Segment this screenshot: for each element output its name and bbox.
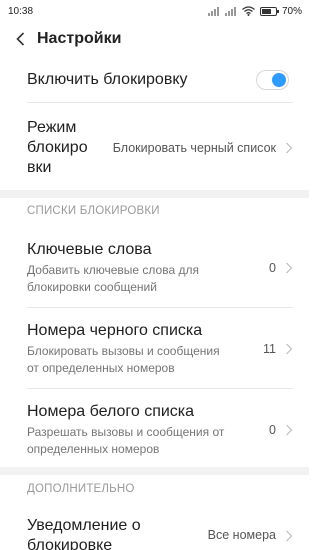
section-title-additional: ДОПОЛНИТЕЛЬНО <box>27 483 135 495</box>
keywords-description: Добавить ключевые слова для блокировки с… <box>27 263 199 294</box>
wifi-icon <box>242 6 255 16</box>
signal-icon <box>207 6 219 16</box>
whitelist-row[interactable]: Номера белого списка Разрешать вызовы и … <box>0 399 309 461</box>
whitelist-text: Номера белого списка Разрешать вызовы и … <box>27 402 224 458</box>
chevron-right-icon <box>286 530 293 542</box>
keywords-row[interactable]: Ключевые слова Добавить ключевые слова д… <box>0 237 309 299</box>
block-notification-value: Все номера <box>207 528 276 542</box>
blacklist-row[interactable]: Номера черного списка Блокировать вызовы… <box>0 318 309 380</box>
whitelist-description: Разрешать вызовы и сообщения от определе… <box>27 425 225 456</box>
enable-blocking-row[interactable]: Включить блокировку <box>0 60 309 100</box>
block-notification-label: Уведомление о блокировке <box>27 517 141 550</box>
keywords-count: 0 <box>269 261 276 275</box>
divider <box>27 307 293 308</box>
divider <box>27 102 293 103</box>
battery-level <box>261 8 272 14</box>
toggle-knob <box>272 73 286 87</box>
section-separator <box>0 190 309 198</box>
back-button[interactable] <box>12 29 28 49</box>
chevron-right-icon <box>286 343 293 355</box>
whitelist-label: Номера белого списка <box>27 403 195 420</box>
block-mode-row[interactable]: Режим блокиро вки Блокировать черный спи… <box>0 112 309 184</box>
divider <box>27 388 293 389</box>
keywords-label: Ключевые слова <box>27 241 152 258</box>
battery-icon <box>259 6 279 16</box>
blacklist-label: Номера черного списка <box>27 322 203 339</box>
page-title: Настройки <box>37 30 122 47</box>
block-notification-row[interactable]: Уведомление о блокировке Все номера <box>0 516 309 550</box>
chevron-right-icon <box>286 142 293 154</box>
chevron-left-icon <box>15 32 24 46</box>
chevron-right-icon <box>286 424 293 436</box>
chevron-right-icon <box>286 262 293 274</box>
top-bar: Настройки <box>0 22 309 56</box>
enable-blocking-label: Включить блокировку <box>27 71 188 88</box>
blacklist-text: Номера черного списка Блокировать вызовы… <box>27 321 220 377</box>
keywords-text: Ключевые слова Добавить ключевые слова д… <box>27 240 199 296</box>
whitelist-count: 0 <box>269 423 276 437</box>
block-mode-value: Блокировать черный список <box>112 141 276 155</box>
blacklist-count: 11 <box>263 342 276 356</box>
status-icons: 70% <box>207 5 302 17</box>
status-bar: 10:38 70% <box>0 0 309 22</box>
status-time: 10:38 <box>8 5 34 17</box>
section-title-block-lists: СПИСКИ БЛОКИРОВКИ <box>27 205 160 217</box>
block-mode-label: Режим блокиро вки <box>27 119 88 176</box>
blacklist-description: Блокировать вызовы и сообщения от опреде… <box>27 344 220 375</box>
enable-blocking-toggle[interactable] <box>256 70 289 90</box>
section-separator <box>0 467 309 475</box>
battery-percent: 70% <box>281 5 302 17</box>
signal-icon <box>224 6 236 16</box>
